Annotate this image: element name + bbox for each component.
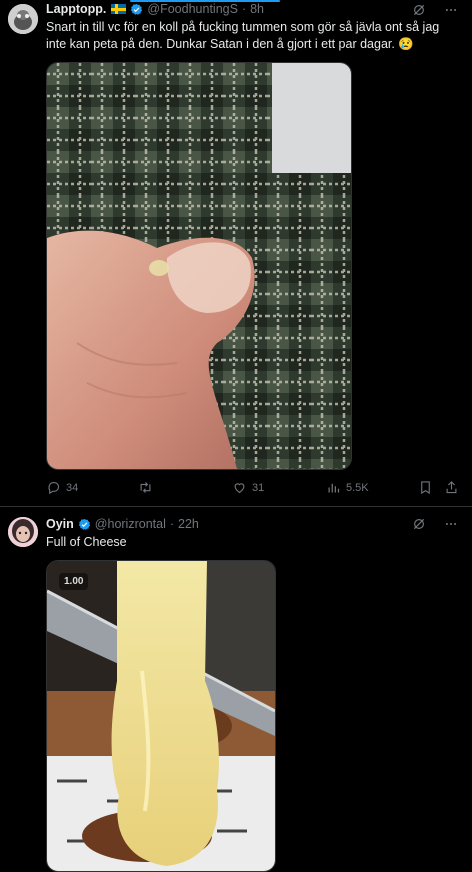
avatar-image (8, 4, 38, 34)
more-options-icon[interactable] (444, 517, 458, 531)
author-name[interactable]: Lapptopp. (46, 2, 106, 16)
heart-icon (234, 483, 245, 494)
more-options-icon[interactable] (444, 3, 458, 17)
author-handle[interactable]: @horizrontal (95, 517, 166, 531)
verified-badge-icon (78, 518, 90, 530)
tweet-actions: 34 31 5.5K (46, 480, 466, 498)
grok-icon[interactable] (412, 3, 426, 17)
tweet-timestamp[interactable]: 22h (178, 517, 199, 531)
like-count: 31 (252, 481, 265, 494)
avatar-image (8, 517, 38, 547)
tweet-header: Oyin @horizrontal · 22h (46, 515, 199, 533)
tweet-text: Full of Cheese (46, 535, 127, 549)
retweet-icon (140, 482, 151, 493)
views-count: 5.5K (346, 481, 369, 494)
share-button[interactable] (444, 480, 459, 495)
separator-dot: · (169, 517, 175, 531)
sweden-flag-icon (111, 4, 127, 14)
grok-icon[interactable] (412, 517, 426, 531)
verified-badge-icon (131, 3, 143, 15)
thumb-photo-image (47, 63, 351, 469)
tweet[interactable]: Oyin @horizrontal · 22h Full of Cheese 1… (0, 507, 472, 872)
tweet-header-actions (412, 3, 458, 17)
separator-dot: · (241, 2, 247, 16)
tweet[interactable]: Lapptopp. @FoodhuntingS · 8h Snart in ti… (0, 0, 472, 506)
tweet-text: Snart in till vc för en koll på fucking … (46, 20, 440, 51)
views-chart-icon (328, 483, 340, 493)
author-avatar[interactable] (8, 517, 38, 547)
tweet-header-actions (412, 517, 458, 531)
tweet-timestamp[interactable]: 8h (250, 2, 264, 16)
reply-count: 34 (66, 481, 79, 494)
tweet-photo[interactable] (46, 62, 352, 470)
video-speed-badge: 1.00 (59, 573, 89, 590)
views-button[interactable]: 5.5K (326, 480, 369, 495)
reply-button[interactable]: 34 (46, 480, 78, 495)
author-avatar[interactable] (8, 4, 38, 34)
share-icon (446, 481, 457, 494)
bookmark-button[interactable] (418, 480, 433, 495)
reply-icon (48, 481, 60, 495)
tweet-video[interactable]: 1.00 (46, 560, 276, 872)
author-handle[interactable]: @FoodhuntingS (147, 2, 238, 16)
author-name[interactable]: Oyin (46, 517, 74, 531)
cheese-video-frame (47, 561, 275, 871)
like-button[interactable]: 31 (232, 480, 264, 495)
retweet-button[interactable] (138, 480, 153, 495)
tweet-header: Lapptopp. @FoodhuntingS · 8h (46, 0, 264, 18)
bookmark-icon (421, 481, 430, 495)
